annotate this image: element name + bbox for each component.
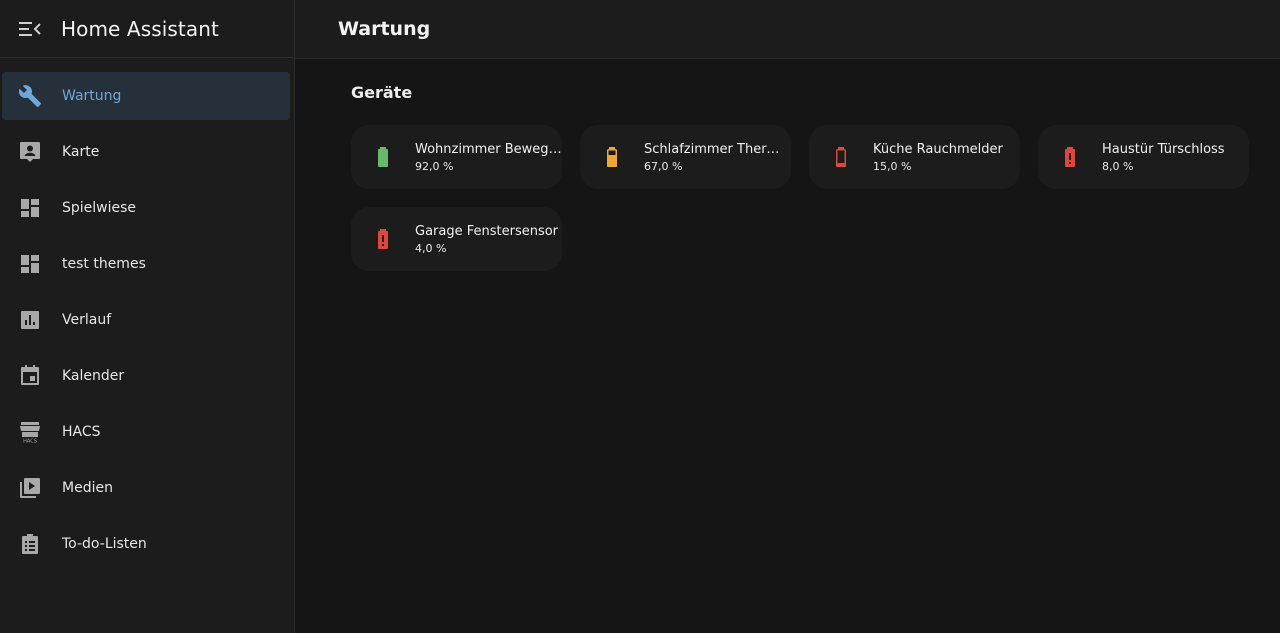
map-account-icon [18,140,42,164]
sidebar-item-label: HACS [62,424,101,440]
wrench-icon [18,84,42,108]
device-name: Küche Rauchmelder [873,141,1003,157]
device-card[interactable]: Schlafzimmer Thermostat 67,0 % [580,125,791,189]
clipboard-list-icon [18,532,42,556]
device-card[interactable]: Haustür Türschloss 8,0 % [1038,125,1249,189]
sidebar-item-todo[interactable]: To-do-Listen [2,520,290,568]
device-battery-value: 92,0 % [415,159,454,173]
dashboard-icon [18,196,42,220]
sidebar-item-test-themes[interactable]: test themes [2,240,290,288]
play-box-multiple-icon [18,476,42,500]
battery-low-icon [829,145,853,169]
page-title: Wartung [338,18,431,40]
device-name: Schlafzimmer Thermostat [644,141,791,157]
device-card-text: Schlafzimmer Thermostat 67,0 % [644,142,791,173]
sidebar-item-label: test themes [62,256,146,272]
device-name: Wohnzimmer Bewegungsmelder [415,141,562,157]
sidebar-item-label: Spielwiese [62,200,137,216]
device-card-text: Küche Rauchmelder 15,0 % [873,142,1003,173]
device-card-text: Haustür Türschloss 8,0 % [1102,142,1225,173]
sidebar-item-kalender[interactable]: Kalender [2,352,290,400]
app-root: Home Assistant Wartung Karte Spielwiese [0,0,1280,633]
battery-medium-icon [600,145,624,169]
app-title: Home Assistant [61,16,219,41]
battery-alert-icon [1058,145,1082,169]
menu-collapse-icon[interactable] [18,17,42,41]
device-card[interactable]: Küche Rauchmelder 15,0 % [809,125,1020,189]
main-toolbar: Wartung [295,0,1280,59]
device-card[interactable]: Wohnzimmer Bewegungsmelder 92,0 % [351,125,562,189]
content-area: Geräte Wohnzimmer Bewegungsmelder 92,0 % [295,59,1280,271]
sidebar-item-wartung[interactable]: Wartung [2,72,290,120]
device-name: Garage Fenstersensor [415,223,559,239]
sidebar-item-spielwiese[interactable]: Spielwiese [2,184,290,232]
section-title: Geräte [351,83,413,102]
sidebar-item-label: Kalender [62,368,125,384]
chart-box-icon [18,308,42,332]
device-battery-value: 15,0 % [873,159,912,173]
sidebar-nav: Wartung Karte Spielwiese test themes Ver… [0,58,294,576]
svg-text:HACS: HACS [23,439,37,445]
sidebar-item-hacs[interactable]: HACS HACS [2,408,290,456]
device-name: Haustür Türschloss [1102,141,1225,157]
sidebar: Home Assistant Wartung Karte Spielwiese [0,0,295,633]
sidebar-item-label: Verlauf [62,312,112,328]
device-grid: Wohnzimmer Bewegungsmelder 92,0 % Schlaf… [351,125,1280,271]
sidebar-item-karte[interactable]: Karte [2,128,290,176]
battery-alert-icon [371,227,395,251]
sidebar-item-label: Karte [62,144,100,160]
sidebar-header: Home Assistant [0,0,294,58]
sidebar-item-label: To-do-Listen [62,536,147,552]
calendar-icon [18,364,42,388]
sidebar-item-medien[interactable]: Medien [2,464,290,512]
device-card-text: Wohnzimmer Bewegungsmelder 92,0 % [415,142,562,173]
device-battery-value: 8,0 % [1102,159,1134,173]
sidebar-item-label: Medien [62,480,113,496]
device-card[interactable]: Garage Fenstersensor 4,0 % [351,207,562,271]
device-card-text: Garage Fenstersensor 4,0 % [415,224,558,255]
device-battery-value: 67,0 % [644,159,683,173]
hacs-store-icon: HACS [18,420,42,444]
sidebar-item-label: Wartung [62,88,122,104]
main-panel: Wartung Geräte Wohnzimmer Bewegungsmelde… [295,0,1280,633]
sidebar-item-verlauf[interactable]: Verlauf [2,296,290,344]
device-battery-value: 4,0 % [415,241,447,255]
battery-full-icon [371,145,395,169]
dashboard-icon [18,252,42,276]
